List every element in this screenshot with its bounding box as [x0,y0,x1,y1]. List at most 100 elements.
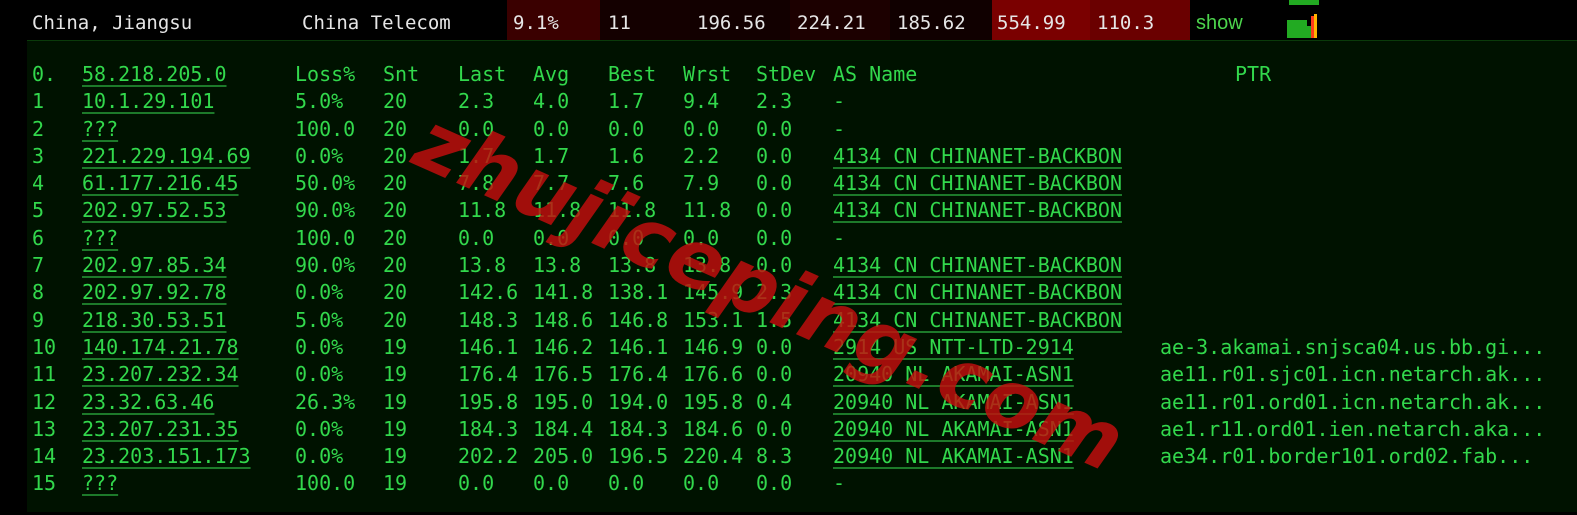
hop-as: - [833,89,846,114]
hop-ptr: ae34.r01.border101.ord02.fab... [1160,444,1534,469]
hop-last: 146.1 [458,334,519,359]
hop-host[interactable]: ??? [82,225,118,252]
probe-sent: 11 [608,12,631,34]
hop-best: 7.6 [608,171,645,196]
hop-host[interactable]: 218.30.53.51 [82,307,227,334]
hop-wrst: 0.0 [683,116,720,141]
hop-host[interactable]: 23.207.232.34 [82,361,239,388]
hop-host[interactable]: 202.97.92.78 [82,279,227,306]
hop-stdev: 0.0 [756,143,793,168]
hop-loss: 0.0% [295,416,344,441]
hop-hop: 5 [32,198,45,223]
hop-as: - [833,225,846,250]
hop-best: 0.0 [608,225,645,250]
header-avg: Avg [533,62,570,86]
probe-location: China, Jiangsu [32,12,193,34]
hop-last: 13.8 [458,253,507,278]
hop-hop: 6 [32,225,45,250]
hop-avg: 4.0 [533,89,570,114]
hop-wrst: 0.0 [683,471,720,496]
hop-best: 146.1 [608,334,669,359]
hop-as[interactable]: 4134 CN CHINANET-BACKBON [833,252,1122,279]
hop-avg: 0.0 [533,471,570,496]
hop-as[interactable]: 2914 US NTT-LTD-2914 [833,334,1074,361]
hop-avg: 141.8 [533,280,594,305]
probe-loss: 9.1% [513,12,559,34]
hop-loss: 0.0% [295,362,344,387]
hop-avg: 7.7 [533,171,570,196]
hop-last: 7.8 [458,171,495,196]
hop-as[interactable]: 4134 CN CHINANET-BACKBON [833,170,1122,197]
origin-host-link[interactable]: 58.218.205.0 [82,61,227,88]
header-best: Best [608,62,657,86]
hop-wrst: 0.0 [683,225,720,250]
hop-stdev: 0.0 [756,116,793,141]
hop-host[interactable]: 23.207.231.35 [82,416,239,443]
hop-as[interactable]: 20940 NL AKAMAI-ASN1 [833,416,1074,443]
hop-stdev: 2.3 [756,280,793,305]
hop-host[interactable]: 23.203.151.173 [82,443,251,470]
hop-as[interactable]: 4134 CN CHINANET-BACKBON [833,279,1122,306]
hop-avg: 205.0 [533,444,594,469]
hop-hop: 2 [32,116,45,141]
hop-stdev: 0.0 [756,225,793,250]
hop-host[interactable]: 23.32.63.46 [82,389,214,416]
hop-best: 146.8 [608,307,669,332]
hop-host[interactable]: 140.174.21.78 [82,334,239,361]
hop-host[interactable]: ??? [82,116,118,143]
hop-host[interactable]: 61.177.216.45 [82,170,239,197]
hop-avg: 13.8 [533,253,582,278]
hop-hop: 7 [32,253,45,278]
hop-as[interactable]: 20940 NL AKAMAI-ASN1 [833,361,1074,388]
hop-host[interactable]: 202.97.52.53 [82,197,227,224]
hop-snt: 19 [383,471,408,496]
header-snt: Snt [383,62,420,86]
hop-stdev: 8.3 [756,444,793,469]
hop-last: 2.3 [458,89,495,114]
hop-as: - [833,471,846,496]
hop-avg: 146.2 [533,334,594,359]
probe-worst: 554.99 [997,12,1066,34]
hop-as[interactable]: 20940 NL AKAMAI-ASN1 [833,389,1074,416]
hop-stdev: 1.5 [756,307,793,332]
mini-bar-chart-icon [1287,14,1317,38]
probe-summary-row: China, Jiangsu China Telecom 9.1% 11 196… [0,0,1577,40]
hop-snt: 20 [383,225,408,250]
hop-loss: 0.0% [295,334,344,359]
hop-hop: 14 [32,444,57,469]
hop-host[interactable]: 202.97.85.34 [82,252,227,279]
hop-best: 0.0 [608,116,645,141]
hop-as[interactable]: 20940 NL AKAMAI-ASN1 [833,443,1074,470]
hop-host[interactable]: 10.1.29.101 [82,88,214,115]
hop-last: 0.0 [458,225,495,250]
hop-as[interactable]: 4134 CN CHINANET-BACKBON [833,197,1122,224]
hop-last: 1.7 [458,143,495,168]
hop-best: 196.5 [608,444,669,469]
hop-ptr: ae11.r01.sjc01.icn.netarch.ak... [1160,362,1546,387]
hop-as[interactable]: 4134 CN CHINANET-BACKBON [833,307,1122,334]
hop-snt: 19 [383,416,408,441]
hop-snt: 19 [383,444,408,469]
hop-wrst: 13.8 [683,253,732,278]
hop-loss: 5.0% [295,307,344,332]
header-wrst: Wrst [683,62,732,86]
hop-loss: 50.0% [295,171,356,196]
hop-host[interactable]: ??? [82,470,118,497]
hop-host[interactable]: 221.229.194.69 [82,143,251,170]
traceroute-output-panel: 0. 58.218.205.0 Loss% Snt Last Avg Best … [27,40,1577,512]
hop-hop: 15 [32,471,57,496]
hop-best: 11.8 [608,198,657,223]
hop-snt: 20 [383,280,408,305]
hop-snt: 20 [383,89,408,114]
hop-hop: 8 [32,280,45,305]
show-details-link[interactable]: show [1196,0,1243,40]
hop-hop: 4 [32,171,45,196]
hop-stdev: 0.0 [756,416,793,441]
hop-as: - [833,116,846,141]
header-last: Last [458,62,507,86]
hop-best: 1.7 [608,89,645,114]
hop-as[interactable]: 4134 CN CHINANET-BACKBON [833,143,1122,170]
hop-snt: 19 [383,334,408,359]
probe-isp: China Telecom [302,12,451,34]
probe-best: 185.62 [897,12,966,34]
